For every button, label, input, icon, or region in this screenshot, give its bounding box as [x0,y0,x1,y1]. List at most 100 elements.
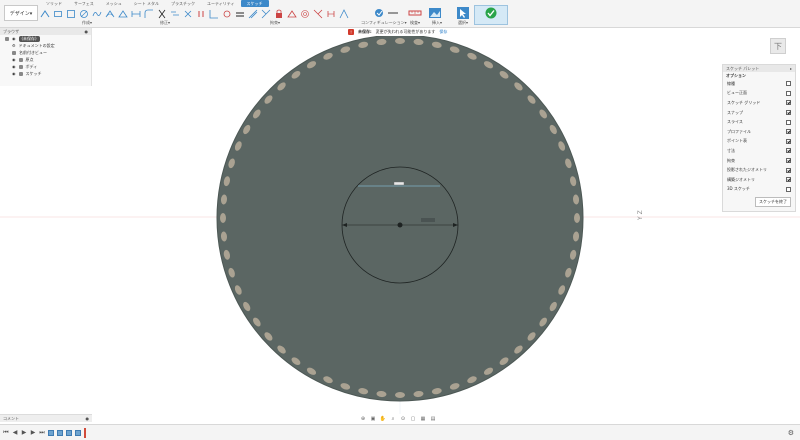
palette-option-row[interactable]: 拘束 [723,156,795,166]
gear-body[interactable] [217,36,583,401]
look-at-icon[interactable]: ▣ [370,416,376,422]
palette-option-checkbox[interactable] [786,158,791,164]
parallel-icon[interactable] [235,9,245,19]
line-icon[interactable] [209,9,219,19]
diameter-dimension-label[interactable] [421,218,435,222]
timeline-settings-icon[interactable]: ⚙ [788,429,794,437]
pan-icon[interactable]: ✋ [380,416,386,422]
browser-item-sketches[interactable]: ◉ スケッチ [0,70,91,77]
palette-option-checkbox[interactable] [786,167,791,173]
visibility-icon[interactable]: ◉ [12,64,16,69]
timeline-feature-sketch[interactable] [48,429,54,436]
tab-sketch[interactable]: スケッチ [240,0,269,7]
palette-options-section[interactable]: オプション [723,72,795,79]
browser-item-bodies[interactable]: ◉ ボディ [0,63,91,70]
mirror-icon[interactable] [183,9,193,19]
create-sketch-icon[interactable] [40,9,50,19]
sketch-canvas[interactable]: Y Z [0,36,800,414]
viewports-icon[interactable]: ▤ [430,416,436,422]
equal-icon[interactable] [287,9,297,19]
canvas-viewport[interactable]: Y Z [0,36,800,414]
view-cube[interactable]: 下 [770,38,786,54]
fit-icon[interactable]: ⊙ [400,416,406,422]
dimension-text-top[interactable] [393,181,405,186]
browser-header[interactable]: ブラウザ ● [0,28,91,35]
rectangle-icon[interactable] [53,9,63,19]
palette-option-checkbox[interactable] [786,138,791,144]
step-back-icon[interactable]: ◀ [12,429,18,436]
palette-option-row[interactable]: 線種 [723,79,795,89]
go-to-start-icon[interactable]: ⏮ [3,429,9,436]
palette-menu-icon[interactable]: ▸ [790,66,792,71]
perpendicular-icon[interactable] [261,9,271,19]
palette-option-checkbox[interactable] [786,90,791,96]
timeline-feature-sketch-2[interactable] [75,429,81,436]
trim-icon[interactable] [157,9,167,19]
visibility-icon[interactable]: ◉ [12,36,16,41]
conic-icon[interactable] [105,9,115,19]
constrain-group-label[interactable]: 拘束▾ [270,20,280,26]
browser-item-root[interactable]: ◉ (未保存) [0,35,91,42]
palette-option-row[interactable]: ポイント表 [723,137,795,147]
palette-option-row[interactable]: プロファイル [723,127,795,137]
step-forward-icon[interactable]: ▶ [30,429,36,436]
configuration-group-label[interactable]: コンフィギュレーション▾ [361,20,407,26]
orbit-icon[interactable]: ⊕ [360,416,366,422]
symmetry-icon[interactable] [339,9,349,19]
zoom-icon[interactable]: ⌕ [390,416,396,422]
point-icon[interactable] [131,9,141,19]
display-settings-icon[interactable]: ▢ [410,416,416,422]
spline-icon[interactable] [92,9,102,19]
expand-icon[interactable] [5,36,9,41]
select-icon[interactable] [456,6,470,20]
collinear-icon[interactable] [248,9,258,19]
tab-utility[interactable]: ユーティリティ [201,0,241,7]
save-link[interactable]: 保存 [439,29,447,35]
modify-group-label[interactable]: 修正▾ [160,20,170,26]
go-to-end-icon[interactable]: ⏭ [39,429,45,436]
insert-group-label[interactable]: 挿入▾ [432,20,442,26]
palette-option-checkbox[interactable] [786,100,791,106]
square-icon[interactable] [66,9,76,19]
concentric-icon[interactable] [300,9,310,19]
palette-option-checkbox[interactable] [786,177,791,183]
offset-icon[interactable] [170,9,180,19]
browser-item-origin[interactable]: ◉ 原点 [0,56,91,63]
visibility-icon[interactable]: ◉ [12,57,16,62]
coincident-icon[interactable] [326,9,336,19]
midpoint-icon[interactable] [313,9,323,19]
comments-bar[interactable]: コメント ● [0,414,92,422]
palette-option-row[interactable]: 構築ジオメトリ [723,175,795,185]
inspect-group-label[interactable]: 検査▾ [410,20,420,26]
measure-icon[interactable] [408,6,422,20]
fix-icon[interactable] [274,9,284,19]
center-point[interactable] [397,222,403,228]
tab-solid[interactable]: ソリッド [40,0,68,7]
insert-image-icon[interactable] [428,6,442,20]
visibility-icon[interactable]: ◉ [12,71,16,76]
palette-option-row[interactable]: スライス [723,117,795,127]
palette-option-checkbox[interactable] [786,119,791,125]
palette-option-checkbox[interactable] [786,186,791,192]
palette-option-row[interactable]: ビュー正面 [723,89,795,99]
palette-finish-sketch-button[interactable]: スケッチを終了 [755,197,791,207]
palette-option-row[interactable]: 3D スケッチ [723,185,795,195]
design-workspace-button[interactable]: デザイン▾ [4,5,38,21]
collapse-icon[interactable]: ● [85,29,89,34]
palette-option-checkbox[interactable] [786,129,791,135]
palette-option-row[interactable]: 投影されたジオメトリ [723,165,795,175]
configuration-icon[interactable] [372,6,386,20]
timeline-marker[interactable] [84,427,86,438]
palette-option-checkbox[interactable] [786,81,791,87]
fillet-icon[interactable] [144,9,154,19]
finish-sketch-check-icon[interactable] [484,6,498,20]
parameters-icon[interactable] [386,6,400,20]
tab-plastic[interactable]: プラスチック [165,0,201,7]
circle-icon[interactable] [79,9,89,19]
tab-surface[interactable]: サーフェス [68,0,100,7]
tab-mesh[interactable]: メッシュ [100,0,128,7]
palette-option-row[interactable]: スケッチ グリッド [723,98,795,108]
triangle-icon[interactable] [118,9,128,19]
play-icon[interactable]: ▶ [21,429,27,436]
grid-settings-icon[interactable]: ▦ [420,416,426,422]
